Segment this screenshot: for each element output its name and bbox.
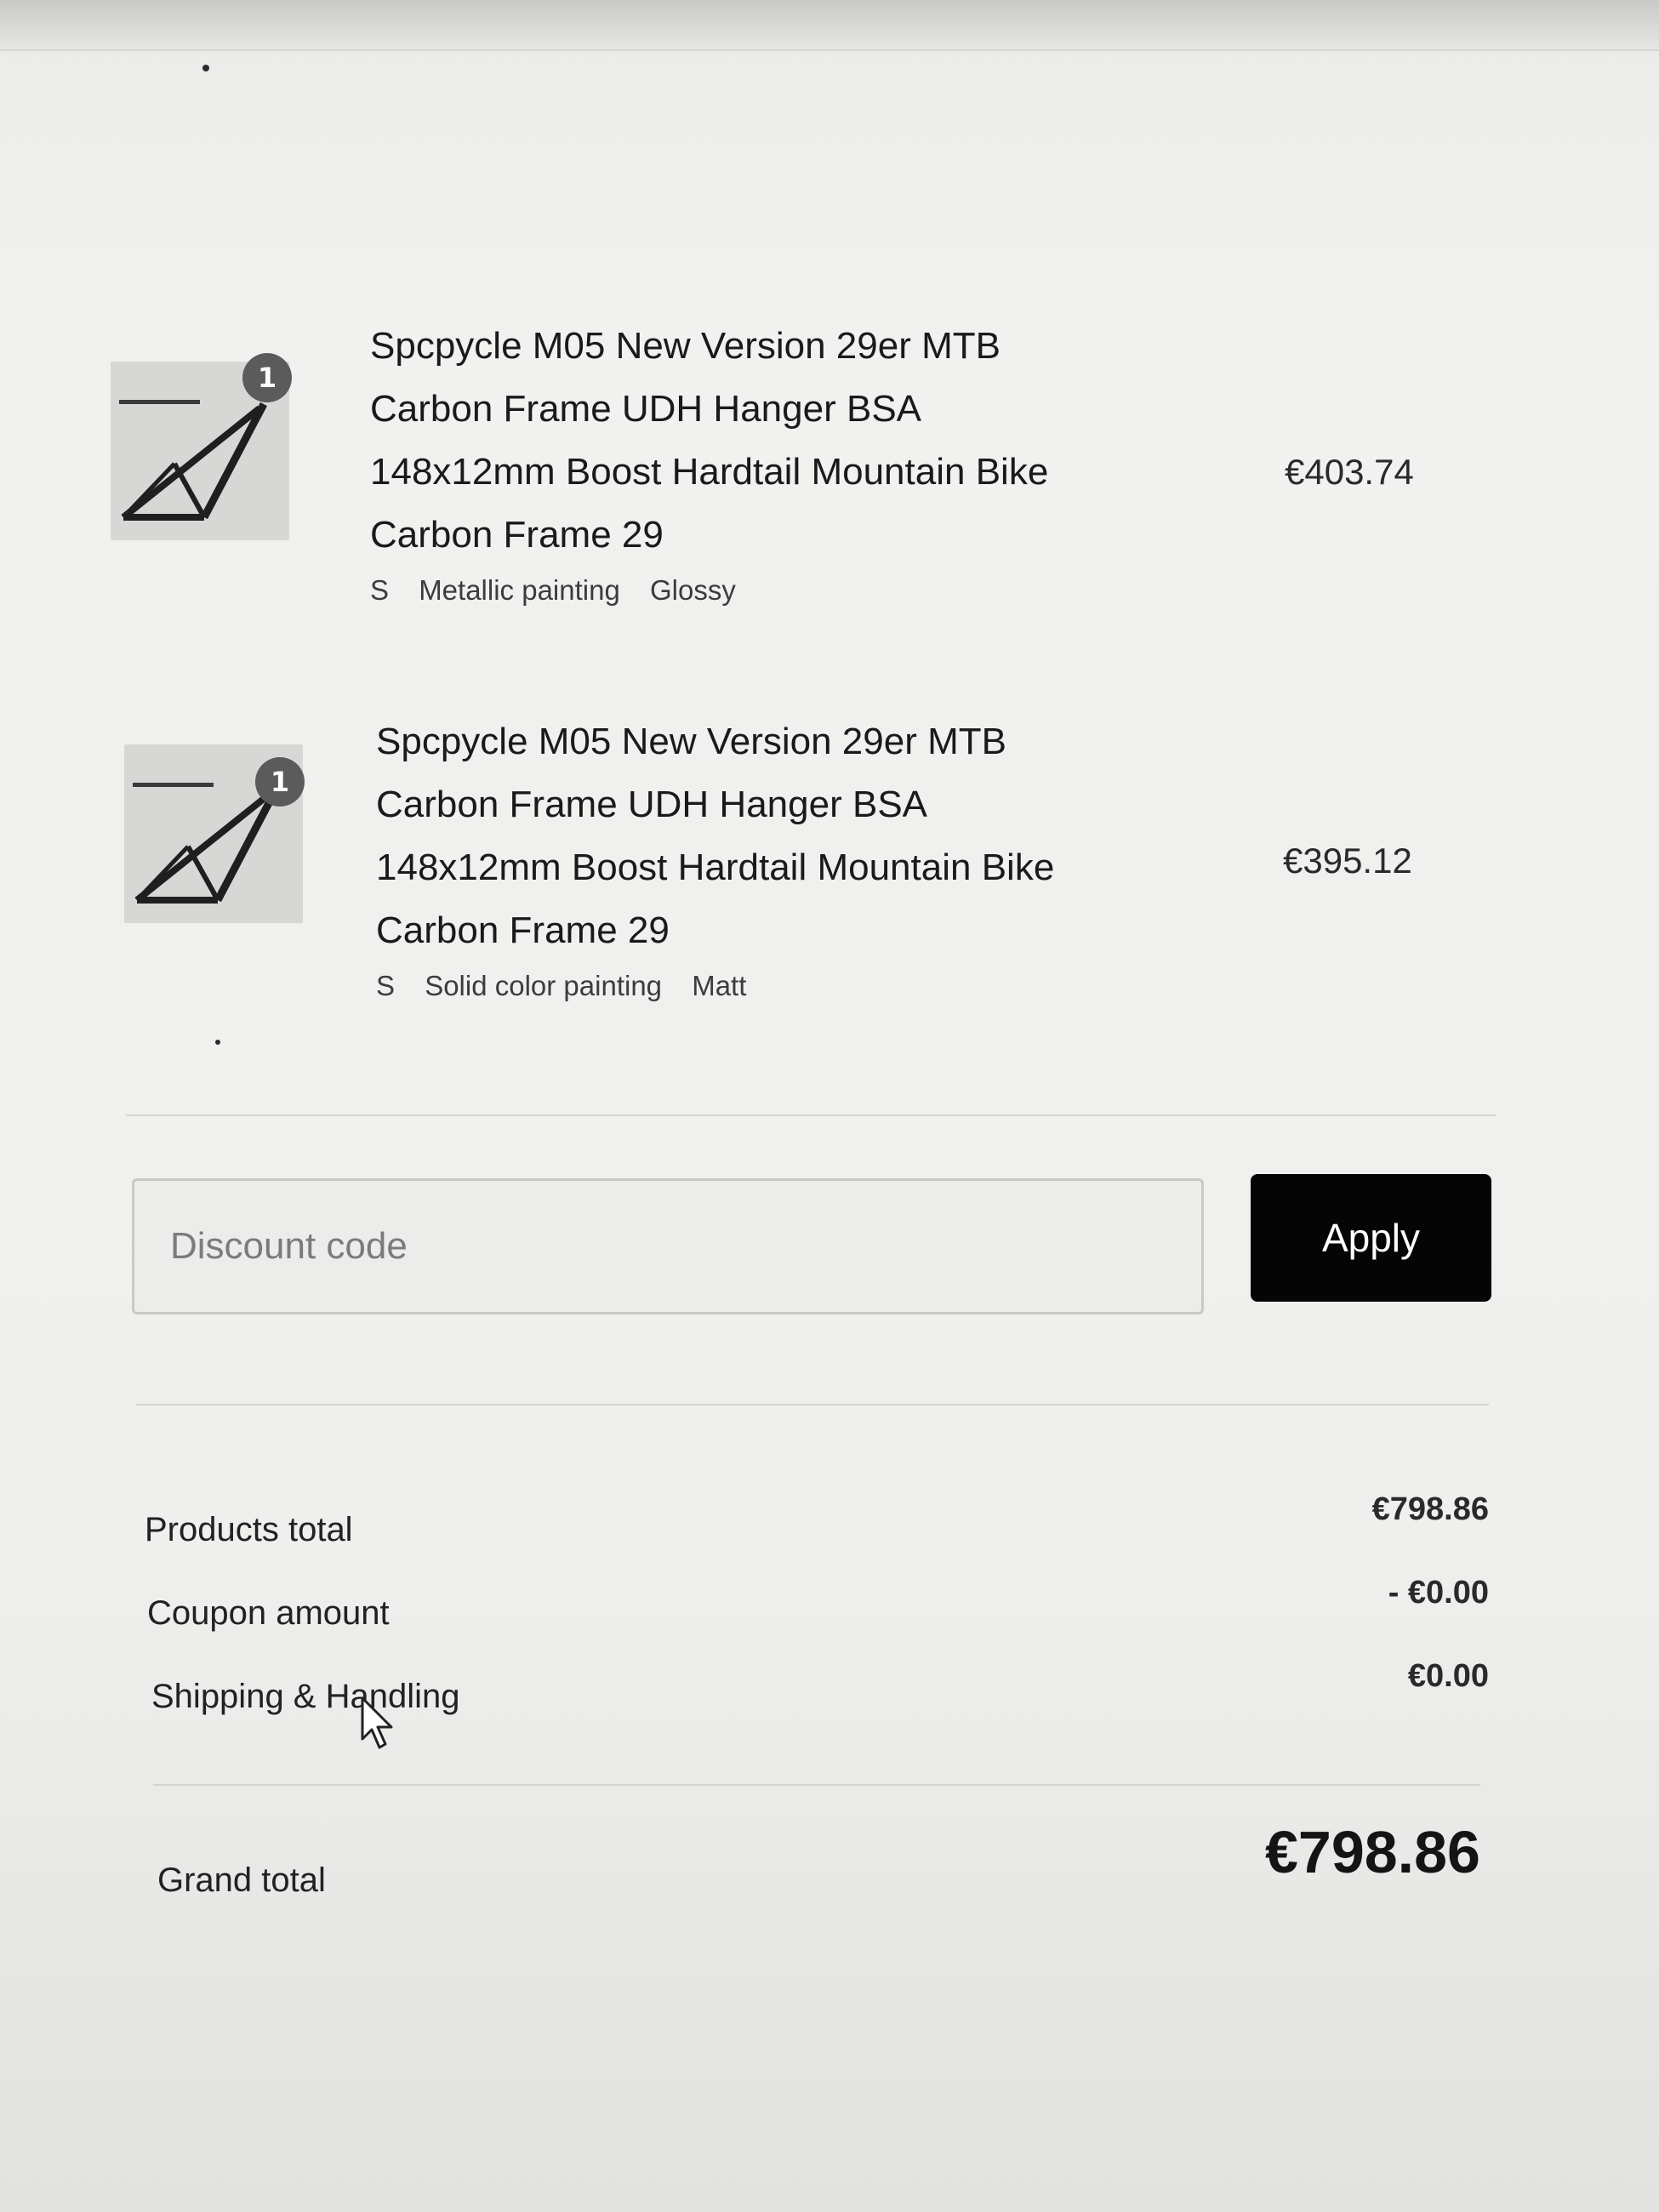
grand-total-value: €798.86 [1264, 1819, 1480, 1885]
product-variants: S Metallic painting Glossy [370, 572, 1136, 609]
apply-discount-button[interactable]: Apply [1251, 1174, 1491, 1302]
item-price: €395.12 [1283, 841, 1412, 881]
shipping-value: €0.00 [1407, 1658, 1489, 1694]
mouse-cursor-icon [361, 1696, 393, 1749]
product-title-line: Carbon Frame UDH Hanger BSA [376, 784, 928, 825]
coupon-amount-row: Coupon amount - €0.00 [145, 1575, 1489, 1632]
shipping-row: Shipping & Handling €0.00 [145, 1658, 1489, 1715]
product-title-line: Carbon Frame UDH Hanger BSA [370, 388, 922, 430]
product-title-line: 148x12mm Boost Hardtail Mountain Bike [376, 847, 1055, 888]
products-total-value: €798.86 [1371, 1491, 1489, 1527]
quantity-badge: 1 [242, 353, 292, 402]
shipping-label: Shipping & Handling [151, 1678, 460, 1715]
item-price: €403.74 [1285, 452, 1414, 492]
product-title: Spcpycle M05 New Version 29er MTB Carbon… [370, 315, 1136, 567]
product-title-line: Carbon Frame 29 [370, 514, 664, 556]
discount-code-input[interactable] [132, 1178, 1204, 1314]
product-variants: S Solid color painting Matt [376, 967, 1142, 1005]
product-title-line: Spcpycle M05 New Version 29er MTB [376, 721, 1006, 762]
products-total-row: Products total €798.86 [145, 1491, 1489, 1548]
item-info: Spcpycle M05 New Version 29er MTB Carbon… [370, 315, 1136, 609]
grand-total-label: Grand total [157, 1861, 326, 1899]
variant-paint: Metallic painting [419, 574, 620, 606]
variant-finish: Matt [692, 970, 747, 1001]
item-info: Spcpycle M05 New Version 29er MTB Carbon… [376, 710, 1142, 1005]
variant-size: S [370, 574, 390, 606]
variant-size: S [376, 970, 396, 1001]
order-summary: 1 Spcpycle M05 New Version 29er MTB Carb… [0, 0, 1659, 2212]
product-title-line: Spcpycle M05 New Version 29er MTB [370, 325, 1001, 367]
line-item: 1 Spcpycle M05 New Version 29er MTB Carb… [111, 710, 1421, 1034]
product-title: Spcpycle M05 New Version 29er MTB Carbon… [376, 710, 1142, 962]
coupon-amount-value: - €0.00 [1388, 1575, 1489, 1611]
divider [153, 1784, 1480, 1786]
divider [126, 1115, 1496, 1116]
quantity-badge: 1 [255, 757, 305, 807]
products-total-label: Products total [145, 1511, 353, 1548]
coupon-amount-label: Coupon amount [147, 1594, 390, 1632]
variant-paint: Solid color painting [425, 970, 663, 1001]
divider [136, 1404, 1489, 1405]
variant-finish: Glossy [649, 574, 736, 606]
product-title-line: 148x12mm Boost Hardtail Mountain Bike [370, 451, 1049, 493]
product-title-line: Carbon Frame 29 [376, 909, 670, 951]
line-item: 1 Spcpycle M05 New Version 29er MTB Carb… [111, 315, 1421, 638]
